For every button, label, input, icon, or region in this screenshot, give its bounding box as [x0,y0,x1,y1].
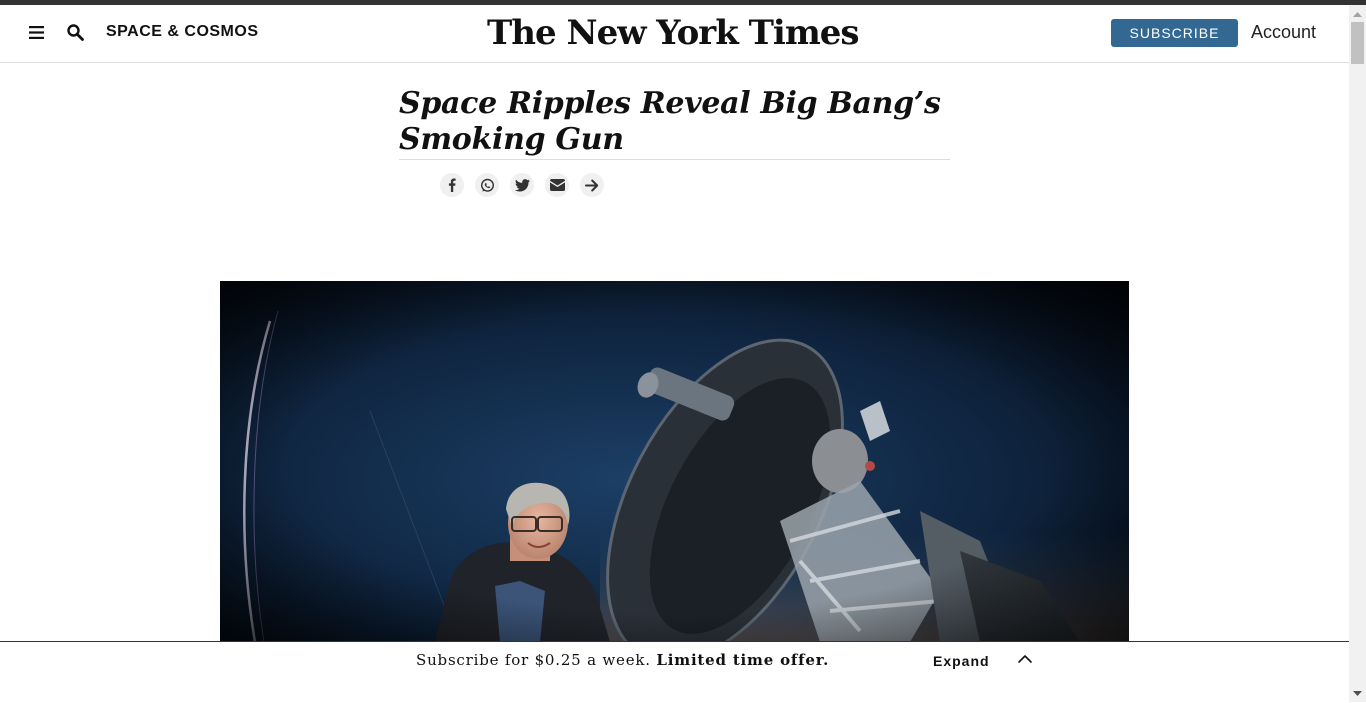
expand-button[interactable]: Expand [933,653,990,669]
share-arrow-icon [585,179,599,191]
facebook-icon [448,178,456,192]
email-icon [549,179,565,191]
subscribe-button[interactable]: SUBSCRIBE [1111,19,1238,47]
section-link[interactable]: SPACE & COSMOS [106,23,259,41]
hero-photo [220,281,1129,642]
site-header: SPACE & COSMOS The New York Times SUBSCR… [0,5,1349,63]
offer-text[interactable]: Subscribe for $0.25 a week. Limited time… [416,651,829,669]
telescope-photo-illustration [220,281,1129,642]
nyt-logo[interactable]: The New York Times [487,11,860,55]
offer-limited-text: Limited time offer. [656,651,830,669]
offer-price-text: Subscribe for $0.25 a week. [416,651,657,669]
hamburger-menu-icon[interactable] [29,26,44,39]
twitter-icon [514,178,530,191]
share-tools [440,173,604,197]
twitter-share-button[interactable] [510,173,534,197]
whatsapp-share-button[interactable] [475,173,499,197]
scroll-down-arrow-icon[interactable] [1349,685,1366,702]
search-icon[interactable] [67,24,84,41]
more-share-button[interactable] [580,173,604,197]
scrollbar-thumb[interactable] [1351,22,1364,64]
article-headline: Space Ripples Reveal Big Bang’s Smoking … [399,86,950,160]
chevron-up-icon[interactable] [1017,653,1033,665]
whatsapp-icon [480,178,494,192]
account-link[interactable]: Account [1251,22,1316,43]
scroll-up-arrow-icon[interactable] [1349,5,1366,22]
email-share-button[interactable] [545,173,569,197]
subscribe-offer-bar: Subscribe for $0.25 a week. Limited time… [0,641,1349,703]
scrollbar-track[interactable] [1349,5,1366,702]
facebook-share-button[interactable] [440,173,464,197]
